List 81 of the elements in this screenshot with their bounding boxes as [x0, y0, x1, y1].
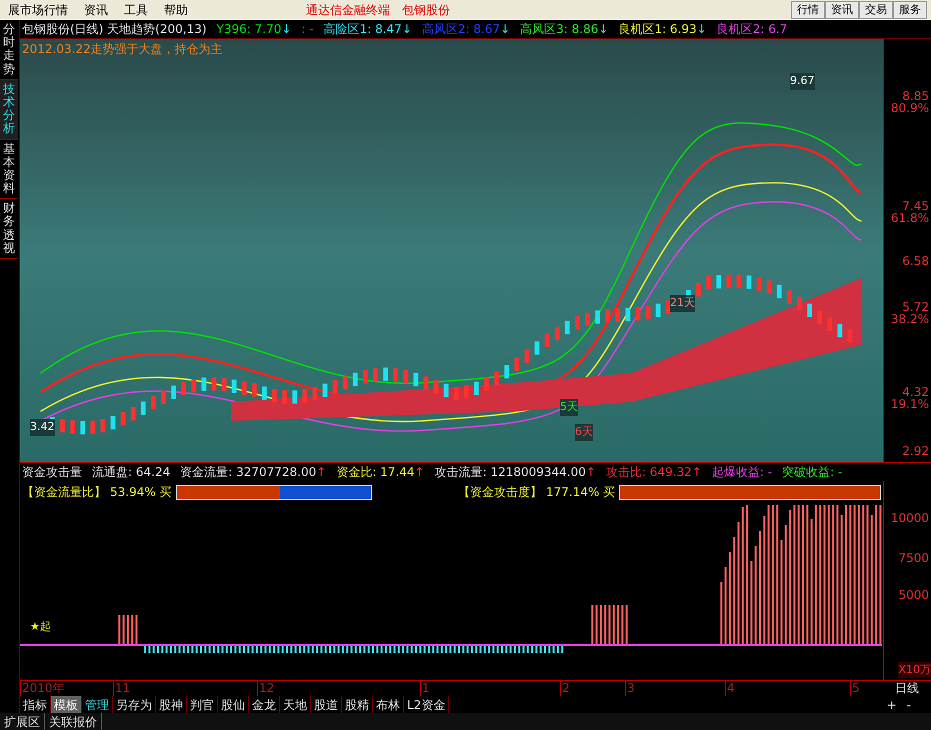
gauge-reading: 177.14% 买 — [546, 484, 616, 501]
arrow-icon: ↓ — [281, 20, 292, 38]
template-tab[interactable]: 判官 — [187, 696, 218, 713]
indicator-value: 良机区1: 6.93 — [618, 21, 697, 38]
template-tab[interactable]: 股道 — [311, 696, 342, 713]
axis-label: 8.85 — [902, 90, 929, 102]
indicator-value: : - — [301, 21, 314, 38]
axis-label: 6.58 — [902, 254, 929, 267]
zoom-button[interactable]: - — [906, 696, 911, 714]
indicator-name: 资金攻击量 — [22, 464, 82, 481]
chart-annotation: 5天 — [560, 399, 578, 416]
arrow-icon: ↓ — [402, 20, 412, 38]
indicator-value: 突破收益: - — [782, 464, 842, 481]
chart-annotation: 6天 — [575, 424, 593, 440]
indicator-value: 资金比: 17.44 — [336, 464, 415, 481]
arrow-icon: ↑ — [414, 463, 425, 481]
indicator-value: Y396: 7.70 — [216, 21, 282, 38]
signal-text: 2012.03.22走势强于大盘，持仓为主 — [22, 41, 223, 58]
gauge-label: 【资金流量比】 — [22, 484, 106, 501]
template-tab[interactable]: 金龙 — [249, 696, 280, 713]
arrow-icon: ↑ — [316, 463, 326, 481]
template-tab[interactable]: 股精 — [342, 696, 373, 713]
template-tab[interactable]: 布林 — [373, 696, 404, 713]
template-tab[interactable]: 管理 — [82, 696, 113, 713]
toolbar-button[interactable]: 资讯 — [825, 1, 859, 19]
stock-name: 包钢股份 — [402, 2, 450, 19]
axis-label: 38.2% — [890, 313, 929, 326]
toolbar-button[interactable]: 行情 — [791, 1, 825, 19]
axis-label: 7500 — [898, 550, 929, 567]
axis-label: 7.45 — [902, 200, 929, 212]
template-tab[interactable]: 指标 — [20, 696, 51, 713]
axis-label: 4.32 — [902, 386, 929, 398]
indicator-value: 良机区2: 6.7 — [716, 21, 788, 38]
side-tab[interactable]: 技术分析 — [0, 80, 18, 140]
axis-label: 10000 — [890, 510, 929, 527]
chart-annotation: 3.42 — [30, 419, 54, 436]
axis-label: 61.8% — [890, 212, 929, 224]
indicator-value: 高风区3: 8.86 — [520, 21, 598, 38]
indicator-value: 攻击流量: 1218009344.00 — [434, 464, 586, 481]
arrow-icon: ↑ — [586, 463, 596, 481]
arrow-icon: ↓ — [696, 20, 707, 38]
template-tab[interactable]: 股仙 — [218, 696, 249, 713]
menu-item[interactable]: 工具 — [116, 1, 156, 19]
axis-label: 80.9% — [890, 102, 929, 114]
date-label: 4 — [725, 681, 735, 696]
arrow-icon: ↑ — [692, 463, 702, 481]
indicator-value: 攻击比: 649.32 — [606, 464, 692, 481]
axis-label: 5000 — [898, 587, 929, 604]
axis-label: 2.92 — [902, 445, 929, 458]
app-title: 通达信金融终端 — [306, 2, 390, 19]
template-tab[interactable]: 模板 — [51, 696, 82, 713]
axis-label: 19.1% — [890, 398, 929, 410]
menu-item[interactable]: 帮助 — [156, 1, 196, 19]
date-label: 3 — [625, 681, 635, 696]
toolbar-button[interactable]: 服务 — [893, 1, 927, 19]
period-label: 日线 — [894, 681, 920, 696]
chart-annotation: 21天 — [670, 295, 695, 312]
gauge-label: 【资金攻击度】 — [458, 484, 542, 501]
chart-annotation: 9.67 — [790, 73, 814, 90]
toolbar-button[interactable]: 交易 — [859, 1, 893, 19]
arrow-icon: ↓ — [598, 20, 608, 38]
indicator-value: 起爆收益: - — [712, 464, 772, 481]
date-label: 2 — [560, 681, 570, 696]
indicator-value: 资金流量: 32707728.00 — [180, 464, 316, 481]
bottom-tab[interactable]: 关联报价 — [45, 713, 102, 730]
side-tab[interactable]: 分时走势 — [0, 20, 18, 80]
gauge-reading: 53.94% 买 — [110, 484, 172, 501]
menu-item[interactable]: 展市场行情 — [0, 1, 76, 19]
indicator-value: 高风区2: 8.67 — [422, 21, 500, 38]
arrow-icon: ↓ — [500, 20, 510, 38]
template-tab[interactable]: 股神 — [156, 696, 187, 713]
indicator-value: 流通盘: 64.24 — [92, 464, 170, 481]
menu-item[interactable]: 资讯 — [76, 1, 116, 19]
date-label: 5 — [850, 681, 860, 696]
bottom-tab[interactable]: 扩展区 — [0, 713, 45, 730]
axis-label: 5.72 — [902, 301, 929, 314]
indicator-value: 高险区1: 8.47 — [324, 21, 402, 38]
unit-label: X10万 — [898, 662, 931, 678]
side-tab[interactable]: 财务透视 — [0, 199, 18, 259]
zoom-button[interactable]: + — [886, 696, 897, 714]
chart-title: 包钢股份(日线) 天地趋势(200,13) — [22, 21, 207, 38]
